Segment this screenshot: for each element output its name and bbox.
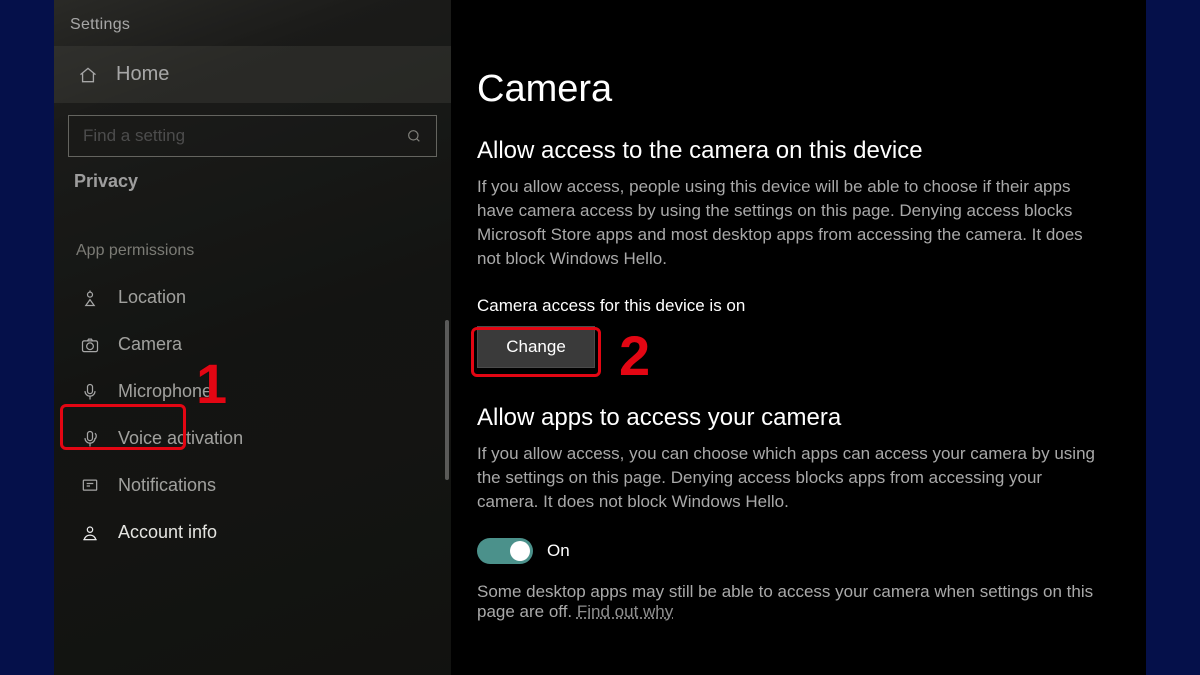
settings-window: Settings Home Privacy App permissions <box>54 0 1146 675</box>
search-field[interactable] <box>83 126 406 146</box>
sidebar-item-camera[interactable]: Camera <box>54 321 451 368</box>
camera-icon <box>76 335 104 355</box>
search-container <box>54 103 451 167</box>
sidebar-item-home[interactable]: Home <box>54 46 451 103</box>
sidebar-item-voice-activation[interactable]: Voice activation <box>54 415 451 462</box>
home-icon <box>74 65 102 85</box>
sidebar-section-header: App permissions <box>54 202 451 274</box>
sidebar-item-account-info[interactable]: Account info <box>54 509 451 556</box>
search-icon <box>406 128 422 144</box>
desktop-apps-note: Some desktop apps may still be able to a… <box>477 582 1102 622</box>
app-access-description: If you allow access, you can choose whic… <box>477 442 1102 514</box>
find-out-why-link[interactable]: Find out why <box>577 602 673 621</box>
sidebar-item-label: Camera <box>118 334 182 355</box>
sidebar-item-notifications[interactable]: Notifications <box>54 462 451 509</box>
section-heading-device-access: Allow access to the camera on this devic… <box>477 137 1102 165</box>
account-info-icon <box>76 523 104 543</box>
toggle-state-label: On <box>547 541 570 561</box>
app-title: Settings <box>54 4 451 46</box>
change-button[interactable]: Change <box>477 326 595 368</box>
sidebar-item-location[interactable]: Location <box>54 274 451 321</box>
sidebar-item-microphone[interactable]: Microphone <box>54 368 451 415</box>
location-icon <box>76 288 104 308</box>
note-text: Some desktop apps may still be able to a… <box>477 582 1093 621</box>
sidebar-item-label: Account info <box>118 522 217 543</box>
microphone-icon <box>76 382 104 402</box>
notifications-icon <box>76 476 104 496</box>
toggle-switch-icon <box>477 538 533 564</box>
sidebar: Settings Home Privacy App permissions <box>54 0 451 675</box>
sidebar-item-label: Voice activation <box>118 428 243 449</box>
device-access-description: If you allow access, people using this d… <box>477 175 1102 272</box>
page-title: Camera <box>477 68 1102 111</box>
content-pane: Camera Allow access to the camera on thi… <box>451 0 1146 675</box>
sidebar-item-label: Notifications <box>118 475 216 496</box>
sidebar-item-label: Location <box>118 287 186 308</box>
sidebar-item-label: Home <box>116 63 169 86</box>
section-heading-app-access: Allow apps to access your camera <box>477 404 1102 432</box>
voice-activation-icon <box>76 429 104 449</box>
app-access-toggle[interactable]: On <box>477 538 1102 564</box>
search-input[interactable] <box>68 115 437 157</box>
sidebar-category: Privacy <box>54 167 451 202</box>
device-access-status: Camera access for this device is on <box>477 296 1102 316</box>
sidebar-scrollbar[interactable] <box>445 320 449 480</box>
sidebar-item-label: Microphone <box>118 381 212 402</box>
